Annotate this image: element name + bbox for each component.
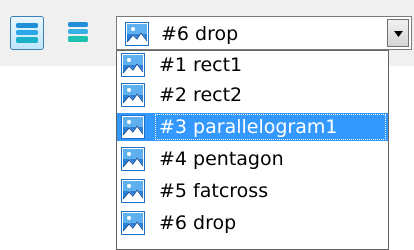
list-item-fatcross[interactable]: #5 fatcross xyxy=(117,177,388,205)
layers-icon xyxy=(16,23,38,43)
layers-view-button[interactable] xyxy=(10,16,44,50)
list-item-rect1[interactable]: #1 rect1 xyxy=(117,51,388,79)
list-item-pentagon[interactable]: #4 pentagon xyxy=(117,145,388,173)
combo-selected-value: #6 drop xyxy=(161,23,239,45)
image-icon xyxy=(121,115,145,139)
layers-stack-button[interactable] xyxy=(62,16,96,50)
list-item-label: #6 drop xyxy=(159,212,237,234)
list-item-label: #3 parallelogram1 xyxy=(159,116,338,138)
image-icon xyxy=(125,22,149,46)
list-item-rect2[interactable]: #2 rect2 xyxy=(117,81,388,109)
image-icon xyxy=(121,53,145,77)
combo-dropdown-button[interactable] xyxy=(387,19,409,47)
image-icon xyxy=(121,83,145,107)
list-item-label: #1 rect1 xyxy=(159,54,243,76)
list-item-drop[interactable]: #6 drop xyxy=(117,209,388,237)
layers-stack-icon xyxy=(68,22,88,42)
list-item-label: #2 rect2 xyxy=(159,84,243,106)
list-item-label: #5 fatcross xyxy=(159,180,269,202)
list-item-label: #4 pentagon xyxy=(159,148,284,170)
shape-selector-combobox[interactable]: #6 drop xyxy=(116,16,412,50)
list-item-parallelogram1[interactable]: #3 parallelogram1 xyxy=(117,113,388,141)
image-icon xyxy=(121,179,145,203)
chevron-down-icon xyxy=(394,31,403,37)
image-icon xyxy=(121,211,145,235)
image-icon xyxy=(121,147,145,171)
shape-dropdown-list: #1 rect1 #2 rect2 #3 parallelogram1 #4 p… xyxy=(116,50,389,250)
